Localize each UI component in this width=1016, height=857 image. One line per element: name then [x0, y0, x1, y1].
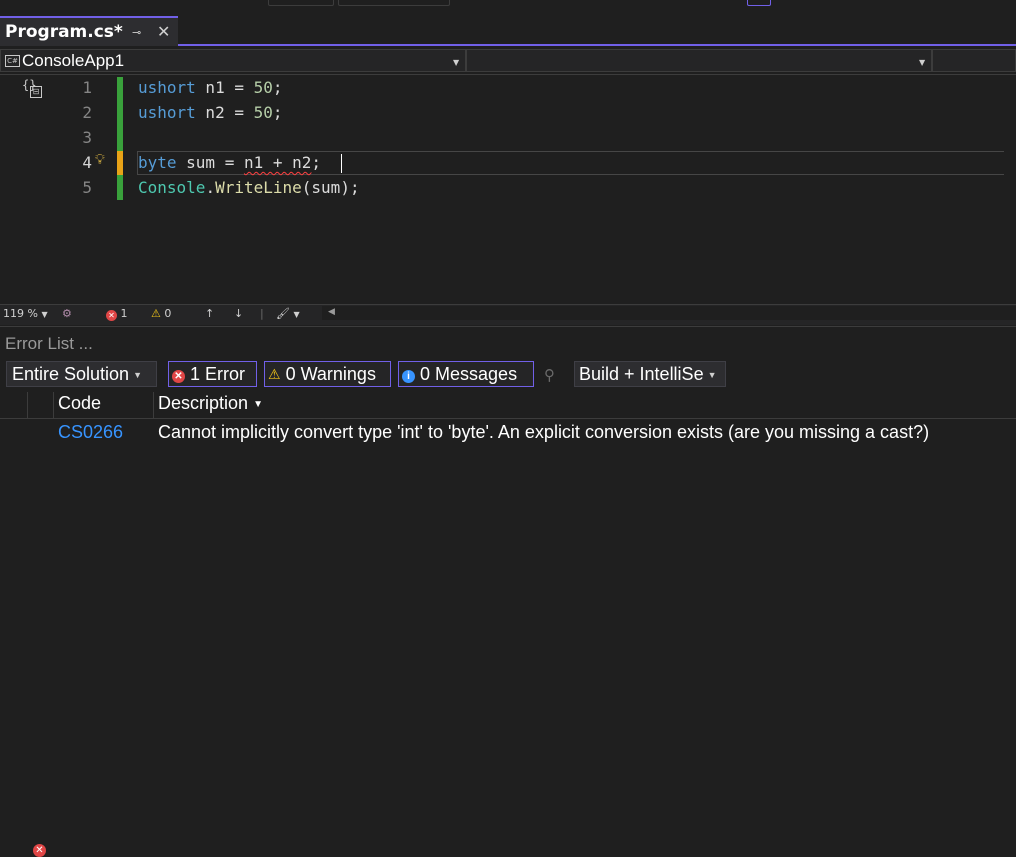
zoom-value: 119 % — [3, 307, 38, 320]
line-number: 4 — [82, 153, 92, 172]
messages-filter-label: 0 Messages — [420, 364, 518, 384]
change-tracking-bar — [117, 77, 123, 200]
code-token: ushort — [138, 78, 196, 97]
code-token: byte — [138, 153, 177, 172]
code-line[interactable]: byte sum = n1 + n2; — [138, 153, 321, 172]
description-header-label: Description — [158, 393, 249, 413]
code-token: 50 — [253, 78, 273, 97]
code-line[interactable]: Console.WriteLine(sum); — [138, 178, 360, 197]
code-line[interactable]: ushort n1 = 50; — [138, 78, 283, 97]
change-tracking-bar-unsaved — [117, 151, 123, 175]
warning-count[interactable]: ⚠ 0 — [151, 307, 171, 320]
table-row[interactable]: ✕ CS0266 Cannot implicitly convert type … — [0, 419, 1016, 857]
error-count[interactable]: ✕ 1 — [106, 307, 128, 321]
error-icon: ✕ — [172, 370, 185, 383]
vertical-scrollbar[interactable] — [1004, 75, 1016, 304]
health-icon[interactable]: ⚙ — [62, 307, 72, 320]
text-caret — [341, 154, 342, 173]
code-line[interactable]: ushort n2 = 50; — [138, 103, 283, 122]
horizontal-scrollbar[interactable] — [322, 306, 1016, 320]
close-icon[interactable]: ✕ — [157, 22, 170, 41]
tab-title: Program.cs* — [5, 22, 123, 42]
csharp-file-icon: C# — [5, 55, 20, 67]
column-divider[interactable] — [27, 392, 28, 418]
project-name: ConsoleApp1 — [22, 51, 125, 70]
chevron-down-icon: ▼ — [133, 370, 142, 380]
zoom-level[interactable]: 119 % ▼ — [3, 307, 48, 320]
chevron-down-icon: ▼ — [919, 58, 926, 67]
code-token: ; — [311, 153, 322, 172]
column-header-description[interactable]: Description ▼ — [158, 393, 263, 414]
toolbar-button[interactable] — [338, 0, 450, 6]
member-dropdown[interactable]: ▼ — [466, 49, 932, 72]
code-token: ushort — [138, 103, 196, 122]
chevron-down-icon: ▼ — [253, 399, 263, 410]
column-divider[interactable] — [153, 392, 154, 418]
toolbar-button[interactable] — [747, 0, 771, 6]
line-number: 1 — [82, 78, 92, 97]
warning-icon: ⚠ — [268, 366, 281, 382]
line-number: 3 — [82, 128, 92, 147]
error-icon: ✕ — [33, 844, 46, 857]
code-token: ; — [272, 103, 283, 122]
top-toolbar-strip — [0, 0, 1016, 14]
errors-filter-button[interactable]: ✕ 1 Error — [168, 361, 257, 387]
messages-filter-button[interactable]: i 0 Messages — [398, 361, 534, 387]
chevron-down-icon: ▼ — [41, 310, 48, 319]
panel-title: Error List ... — [5, 334, 93, 353]
project-dropdown[interactable]: C# ConsoleApp1 ▼ — [0, 49, 466, 72]
code-token: WriteLine — [215, 178, 302, 197]
toolbar-button[interactable] — [268, 0, 334, 6]
filter-icon[interactable]: ⚲ — [544, 366, 555, 384]
errors-filter-label: 1 Error — [190, 364, 246, 384]
lightbulb-icon[interactable]: 💡︎ — [95, 152, 105, 168]
line-number: 2 — [82, 103, 92, 122]
navigation-bar: C# ConsoleApp1 ▼ ▼ — [0, 48, 1016, 75]
next-issue-button[interactable]: ↓ — [234, 307, 243, 320]
nav-extra-segment[interactable] — [932, 49, 1016, 72]
error-description: Cannot implicitly convert type 'int' to … — [158, 422, 930, 442]
error-icon: ✕ — [106, 310, 117, 321]
collapse-icon[interactable]: ⊟ — [30, 86, 42, 98]
pin-icon[interactable]: ⊸ — [132, 26, 141, 39]
source-value: Build + IntelliSe — [579, 364, 704, 384]
code-token: (sum); — [301, 178, 360, 197]
error-code-link[interactable]: CS0266 — [58, 422, 123, 443]
warning-icon: ⚠ — [151, 307, 161, 320]
previous-issue-button[interactable]: ↑ — [205, 307, 214, 320]
source-dropdown[interactable]: Build + IntelliSe ▼ — [574, 361, 726, 387]
warnings-filter-label: 0 Warnings — [285, 364, 376, 384]
code-token: . — [205, 178, 216, 197]
scope-dropdown[interactable]: Entire Solution ▼ — [6, 361, 157, 387]
info-icon: i — [402, 370, 415, 383]
code-token: 50 — [253, 103, 273, 122]
chevron-down-icon: ▼ — [453, 58, 460, 67]
code-token: n1 = — [195, 78, 254, 97]
code-cleanup-icon[interactable]: 🖌︎ ▼ — [276, 307, 300, 320]
column-header-code[interactable]: Code — [58, 393, 101, 414]
code-token: Console — [138, 178, 206, 197]
scope-value: Entire Solution — [12, 364, 130, 384]
error-count-value: 1 — [120, 307, 128, 320]
chevron-down-icon: ▼ — [707, 370, 717, 380]
code-token: n1 + n2 — [243, 153, 312, 172]
warnings-filter-button[interactable]: ⚠ 0 Warnings — [264, 361, 391, 387]
code-token: n2 = — [195, 103, 254, 122]
column-divider[interactable] — [53, 392, 54, 418]
code-token: ; — [272, 78, 283, 97]
code-token: sum = — [176, 153, 244, 172]
status-divider: | — [260, 307, 264, 320]
warning-count-value: 0 — [164, 307, 172, 320]
scroll-left-icon[interactable]: ◀ — [328, 307, 335, 317]
tab-program-cs[interactable]: Program.cs* ⊸ ✕ — [0, 16, 178, 46]
line-number: 5 — [82, 178, 92, 197]
editor-margin — [0, 75, 20, 304]
